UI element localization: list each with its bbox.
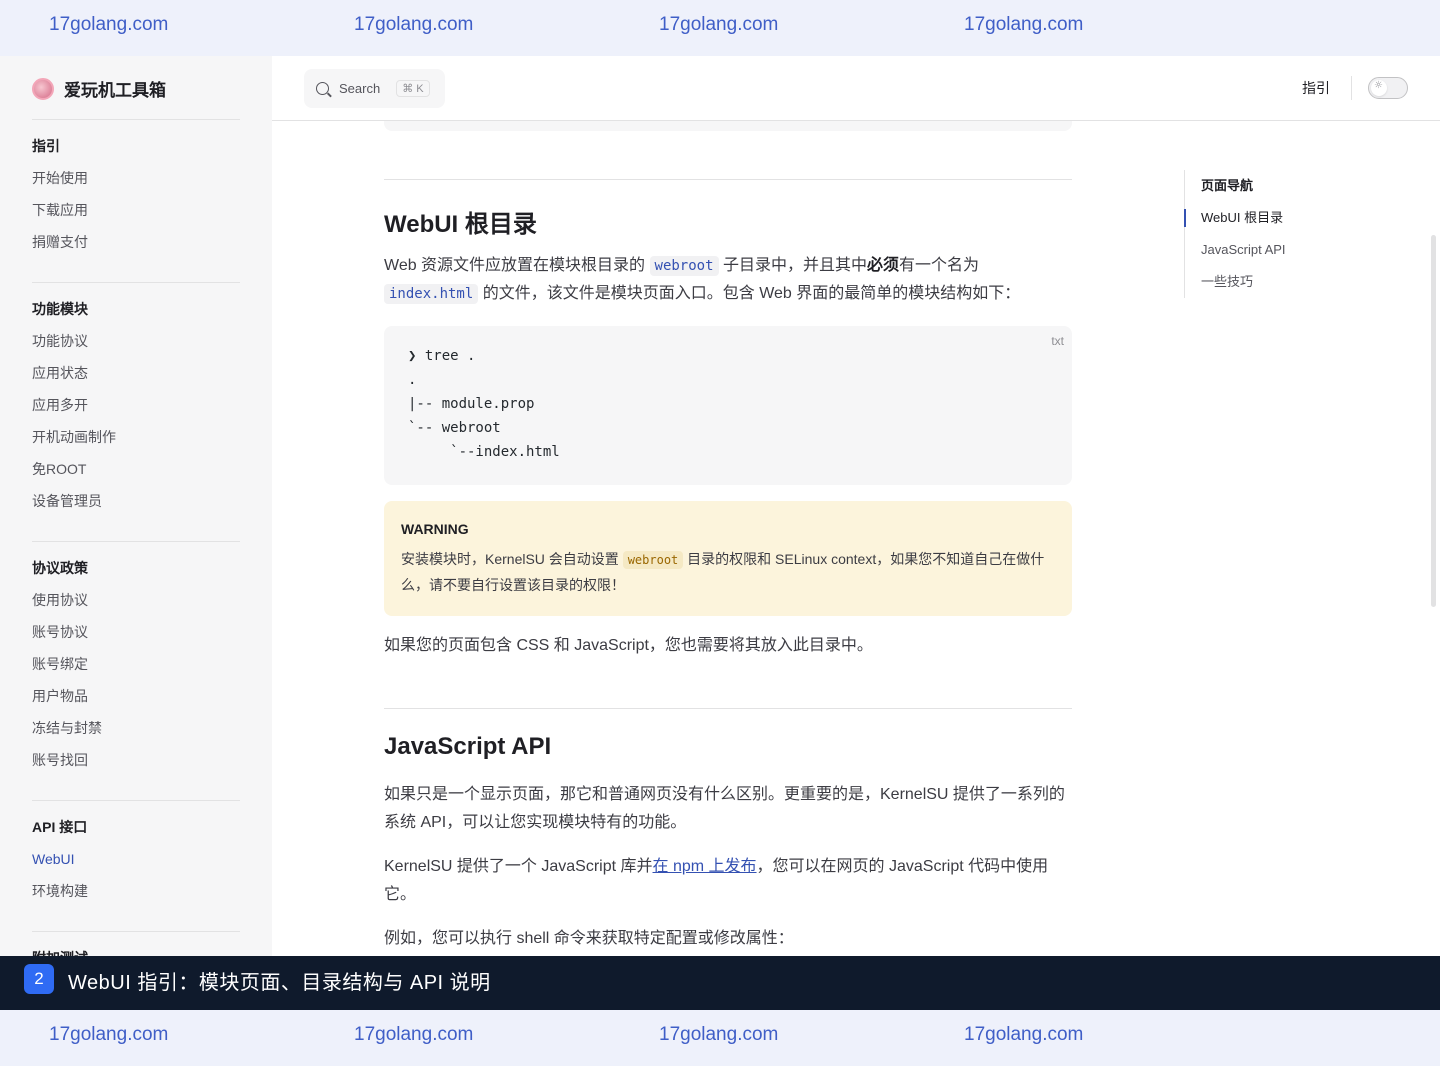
brand-link[interactable]: 爱玩机工具箱 [32, 76, 166, 101]
watermark-text: 17golang.com [354, 1024, 474, 1045]
outline-item-javascript-api[interactable]: JavaScript API [1185, 234, 1384, 266]
watermark-text: 17golang.com [659, 1024, 779, 1045]
warning-callout: WARNING 安装模块时，KernelSU 会自动设置 webroot 目录的… [384, 501, 1072, 616]
sidebar-item-getting-started[interactable]: 开始使用 [32, 162, 240, 194]
sidebar-item-webui[interactable]: WebUI [32, 843, 240, 875]
top-navbar: Search ⌘ K 指引 [272, 56, 1440, 121]
watermark-bar-top: 17golang.com 17golang.com 17golang.com 1… [0, 0, 1440, 56]
text: 子目录中，并且其中 [718, 257, 867, 274]
sidebar-group-api: API 接口 WebUI 环境构建 [32, 811, 240, 907]
sidebar-item-app-clone[interactable]: 应用多开 [32, 389, 240, 421]
paragraph-npm-library: KernelSU 提供了一个 JavaScript 库并在 npm 上发布，您可… [384, 853, 1072, 909]
step-badge: 2 [24, 964, 54, 994]
inline-code-webroot: webroot [649, 256, 719, 276]
warning-title: WARNING [401, 521, 469, 537]
sidebar-divider [32, 541, 240, 542]
sidebar-divider [32, 119, 240, 120]
paragraph-webroot-intro: Web 资源文件应放置在模块根目录的 webroot 子目录中，并且其中必须有一… [384, 252, 1072, 308]
sidebar-group-guide: 指引 开始使用 下载应用 捐赠支付 [32, 130, 240, 258]
search-label: Search [339, 81, 381, 96]
sidebar: 爱玩机工具箱 指引 开始使用 下载应用 捐赠支付 功能模块 功能协议 应用状态 … [0, 56, 272, 956]
nav-link-guide[interactable]: 指引 [1302, 78, 1330, 98]
sidebar-item-account-agreement[interactable]: 账号协议 [32, 616, 240, 648]
sidebar-item-donate[interactable]: 捐赠支付 [32, 226, 240, 258]
warning-body: 安装模块时，KernelSU 会自动设置 webroot 目录的权限和 SELi… [401, 547, 1057, 598]
paragraph-api-intro: 如果只是一个显示页面，那它和普通网页没有什么区别。更重要的是，KernelSU … [384, 786, 1065, 831]
sun-icon [1371, 80, 1387, 96]
sidebar-item-freeze-ban[interactable]: 冻结与封禁 [32, 712, 240, 744]
heading-webui-root: WebUI 根目录 [384, 211, 537, 238]
sidebar-divider [32, 931, 240, 932]
outline-title: 页面导航 [1201, 178, 1254, 193]
watermark-text: 17golang.com [659, 14, 779, 35]
code-lang-label: txt [1051, 334, 1064, 348]
text: Web 资源文件应放置在模块根目录的 [384, 257, 650, 274]
sidebar-item-account-recovery[interactable]: 账号找回 [32, 744, 240, 776]
inline-code-webroot: webroot [622, 551, 684, 569]
sidebar-divider [32, 800, 240, 801]
sidebar-item-boot-animation[interactable]: 开机动画制作 [32, 421, 240, 453]
watermark-text: 17golang.com [49, 14, 169, 35]
sidebar-group-modules: 功能模块 功能协议 应用状态 应用多开 开机动画制作 免ROOT 设备管理员 [32, 293, 240, 517]
caption-text: WebUI 指引：模块页面、目录结构与 API 说明 [68, 972, 491, 994]
sidebar-item-account-binding[interactable]: 账号绑定 [32, 648, 240, 680]
scrollbar-thumb[interactable] [1431, 235, 1436, 607]
search-button[interactable]: Search ⌘ K [304, 69, 445, 108]
text: 安装模块时，KernelSU 会自动设置 [401, 551, 623, 567]
sidebar-item-terms[interactable]: 使用协议 [32, 584, 240, 616]
sidebar-group-title: 功能模块 [32, 301, 88, 317]
heading-javascript-api: JavaScript API [384, 733, 552, 760]
sidebar-group-title: 指引 [32, 138, 60, 154]
sidebar-group-title: API 接口 [32, 819, 88, 835]
sidebar-group-policies: 协议政策 使用协议 账号协议 账号绑定 用户物品 冻结与封禁 账号找回 [32, 552, 240, 776]
main-content: WebUI 根目录 Web 资源文件应放置在模块根目录的 webroot 子目录… [384, 121, 1072, 956]
watermark-text: 17golang.com [49, 1024, 169, 1045]
sidebar-group-title: 协议政策 [32, 560, 88, 576]
watermark-bar-bottom: 17golang.com 17golang.com 17golang.com 1… [0, 1010, 1440, 1066]
caption-bar: 2 WebUI 指引：模块页面、目录结构与 API 说明 [0, 956, 1440, 1010]
theme-toggle[interactable] [1368, 77, 1408, 99]
outline-item-tips[interactable]: 一些技巧 [1185, 266, 1384, 298]
text: KernelSU 提供了一个 JavaScript 库并 [384, 858, 653, 875]
sidebar-group-extra-tests: 附加测试 [32, 942, 240, 956]
sidebar-divider [32, 282, 240, 283]
previous-code-block [384, 121, 1072, 131]
nav-divider [1351, 76, 1352, 100]
sidebar-item-no-root[interactable]: 免ROOT [32, 453, 240, 485]
section-divider [384, 708, 1072, 709]
paragraph-shell-example: 例如，您可以执行 shell 命令来获取特定配置或修改属性： [384, 930, 794, 947]
watermark-text: 17golang.com [964, 14, 1084, 35]
sidebar-item-env-build[interactable]: 环境构建 [32, 875, 240, 907]
sidebar-item-download[interactable]: 下载应用 [32, 194, 240, 226]
sidebar-group-title: 附加测试 [32, 942, 240, 956]
search-icon [316, 82, 329, 95]
paragraph-css-js: 如果您的页面包含 CSS 和 JavaScript，您也需要将其放入此目录中。 [384, 637, 873, 654]
text: 有一个名为 [899, 257, 980, 274]
code-block-tree: txt ❯ tree . . |-- module.prop `-- webro… [384, 326, 1072, 485]
text: 的文件，该文件是模块页面入口。包含 Web 界面的最简单的模块结构如下： [478, 285, 1021, 302]
brand-name: 爱玩机工具箱 [64, 81, 166, 100]
brand-logo-icon [32, 77, 54, 100]
bold-text: 必须 [866, 257, 899, 274]
sidebar-item-user-items[interactable]: 用户物品 [32, 680, 240, 712]
sidebar-item-feature-protocol[interactable]: 功能协议 [32, 325, 240, 357]
npm-link[interactable]: 在 npm 上发布 [653, 858, 757, 875]
sidebar-item-device-admin[interactable]: 设备管理员 [32, 485, 240, 517]
search-shortcut: ⌘ K [396, 80, 430, 97]
section-divider [384, 179, 1072, 180]
watermark-text: 17golang.com [354, 14, 474, 35]
inline-code-index-html: index.html [384, 284, 479, 304]
watermark-text: 17golang.com [964, 1024, 1084, 1045]
sidebar-item-app-status[interactable]: 应用状态 [32, 357, 240, 389]
outline-item-webui-root[interactable]: WebUI 根目录 [1184, 202, 1384, 234]
page-outline: 页面导航 WebUI 根目录 JavaScript API 一些技巧 [1184, 170, 1384, 298]
code-content: ❯ tree . . |-- module.prop `-- webroot `… [408, 348, 560, 460]
